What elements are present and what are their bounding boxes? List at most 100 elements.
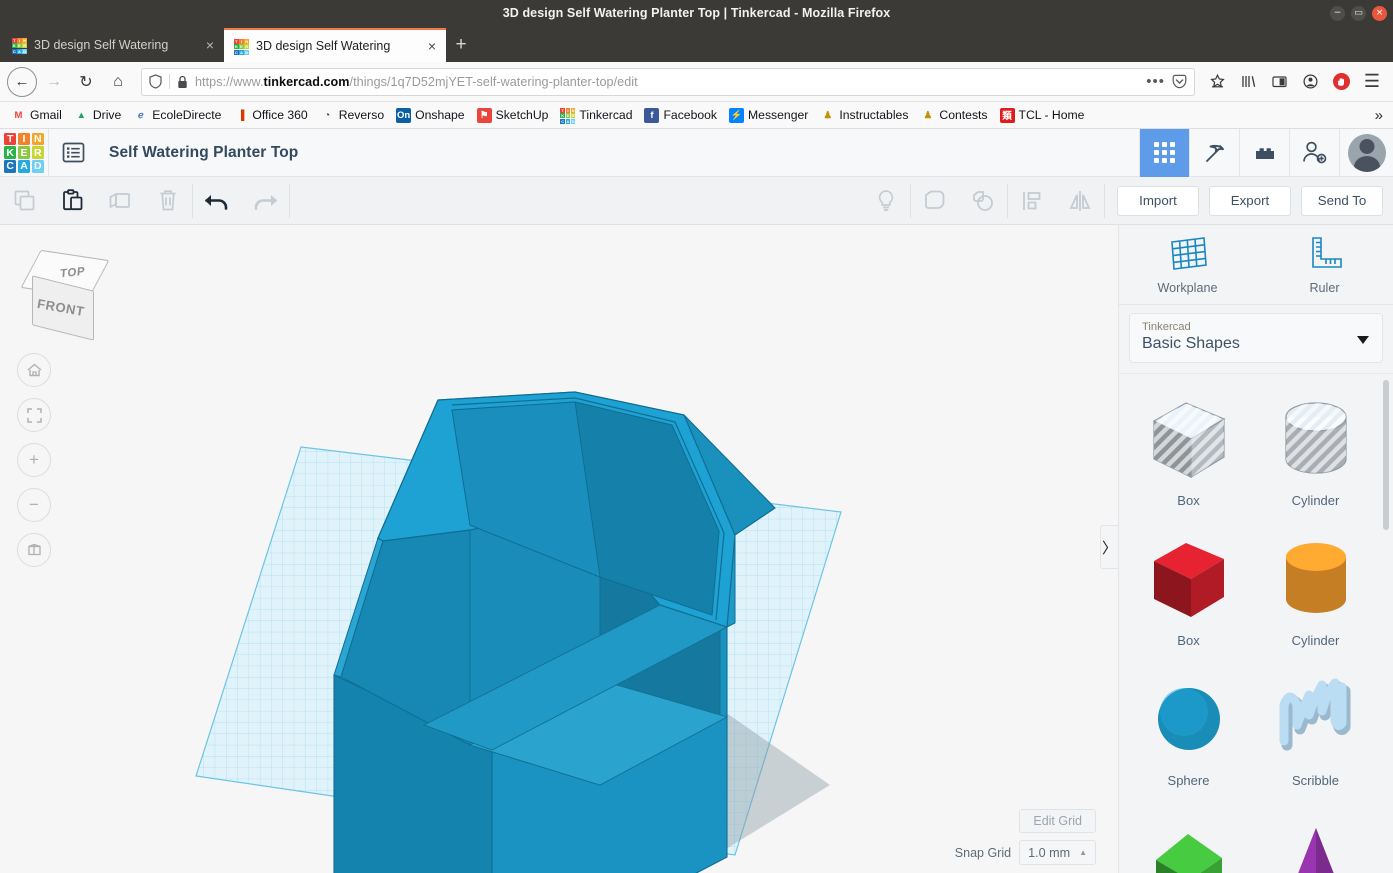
- tab-close-icon[interactable]: ×: [204, 37, 216, 53]
- list-menu-icon[interactable]: [49, 129, 97, 177]
- back-button[interactable]: ←: [7, 66, 37, 97]
- send-to-button[interactable]: Send To: [1301, 185, 1383, 216]
- account-icon[interactable]: [1296, 68, 1324, 96]
- group-shapes-icon[interactable]: [911, 177, 959, 225]
- bookmark-item[interactable]: f Facebook: [639, 106, 722, 125]
- shape-item[interactable]: Sphere: [1125, 660, 1252, 800]
- 3d-scene[interactable]: [0, 225, 1118, 873]
- shape-item[interactable]: [1125, 800, 1252, 873]
- zoom-in-button[interactable]: +: [17, 443, 51, 477]
- bookmark-item[interactable]: On Onshape: [391, 106, 469, 125]
- shape-item[interactable]: Scribble: [1252, 660, 1379, 800]
- lightbulb-icon[interactable]: [862, 177, 910, 225]
- bookmark-item[interactable]: ℯ EcoleDirecte: [128, 106, 226, 125]
- url-text[interactable]: https://www.tinkercad.com/things/1q7D52m…: [195, 75, 1139, 89]
- paste-button[interactable]: [48, 177, 96, 225]
- bookmark-item[interactable]: ♟ Instructables: [815, 106, 913, 125]
- shape-item[interactable]: Box: [1125, 520, 1252, 660]
- dropdown-sublabel: Tinkercad: [1142, 321, 1191, 333]
- shape-grid: Box Cylinder Box Cylinder Sphere Scribbl…: [1119, 374, 1393, 873]
- bookmark-item[interactable]: ♟ Contests: [915, 106, 992, 125]
- bookmark-item[interactable]: ▐ Office 360: [228, 106, 312, 125]
- new-tab-button[interactable]: +: [446, 28, 476, 62]
- bookmark-item[interactable]: T I N K E R C A D Tinkercad: [555, 106, 637, 125]
- bookmark-item[interactable]: ◔ Reverso: [315, 106, 389, 125]
- tracking-protection-icon[interactable]: [149, 74, 162, 89]
- forward-button[interactable]: →: [39, 67, 69, 97]
- shape-label: Box: [1177, 492, 1200, 508]
- sidebar-icon[interactable]: [1265, 68, 1293, 96]
- undo-arrow-icon[interactable]: [193, 177, 241, 225]
- mirror-icon[interactable]: [1056, 177, 1104, 225]
- bookmark-item[interactable]: 類 TCL - Home: [995, 106, 1090, 125]
- logo-letter: I: [17, 37, 22, 43]
- star-icon[interactable]: [1203, 68, 1231, 96]
- 3d-canvas[interactable]: Workplane TOP FRONT + − Edit Grid Snap G…: [0, 225, 1118, 873]
- chevron-down-icon[interactable]: [1357, 336, 1369, 344]
- page-title[interactable]: Self Watering Planter Top: [97, 144, 298, 162]
- align-icon[interactable]: [1008, 177, 1056, 225]
- brick-icon[interactable]: [1239, 128, 1289, 177]
- designs-grid-icon[interactable]: [1139, 128, 1189, 177]
- address-bar[interactable]: https://www.tinkercad.com/things/1q7D52m…: [141, 67, 1195, 96]
- hamburger-menu-icon[interactable]: ☰: [1358, 68, 1386, 96]
- avatar[interactable]: [1339, 128, 1393, 177]
- ungroup-shapes-icon[interactable]: [959, 177, 1007, 225]
- copy-button[interactable]: [0, 177, 48, 225]
- shape-item[interactable]: Cylinder: [1252, 380, 1379, 520]
- export-button[interactable]: Export: [1209, 185, 1291, 216]
- snap-grid-select[interactable]: 1.0 mm ▲: [1019, 840, 1096, 865]
- add-person-icon[interactable]: [1289, 128, 1339, 177]
- logo-letter: D: [22, 48, 27, 54]
- fit-to-view-button[interactable]: [17, 398, 51, 432]
- trash-icon[interactable]: [144, 177, 192, 225]
- browser-tab-1[interactable]: TINKERCAD 3D design Self Watering ×: [2, 28, 224, 62]
- bookmark-label: Facebook: [663, 108, 718, 122]
- shape-item[interactable]: Cylinder: [1252, 520, 1379, 660]
- redo-arrow-icon[interactable]: [241, 177, 289, 225]
- tinkercad-logo[interactable]: TIN KER CAD: [0, 129, 48, 177]
- logo-letter: T: [234, 38, 239, 44]
- logo-letter: N: [22, 37, 27, 43]
- ruler-tool[interactable]: Ruler: [1256, 225, 1393, 304]
- import-button[interactable]: Import: [1117, 185, 1199, 216]
- box-shape-icon: [1146, 393, 1232, 485]
- bookmark-icon: 類: [999, 107, 1015, 123]
- pocket-icon[interactable]: [1172, 74, 1187, 89]
- workplane-tool[interactable]: Workplane: [1119, 225, 1256, 304]
- shape-item[interactable]: Box: [1125, 380, 1252, 520]
- edit-grid-button[interactable]: Edit Grid: [1019, 809, 1096, 833]
- shape-library-dropdown[interactable]: Tinkercad Basic Shapes: [1129, 313, 1383, 363]
- pickaxe-icon[interactable]: [1189, 128, 1239, 177]
- shapes-list[interactable]: Box Cylinder Box Cylinder Sphere Scribbl…: [1119, 373, 1393, 873]
- view-cube[interactable]: TOP FRONT: [20, 245, 110, 341]
- shape-item[interactable]: [1252, 800, 1379, 873]
- bookmark-item[interactable]: ⚑ SketchUp: [472, 106, 554, 125]
- ruler-icon: [1311, 237, 1342, 268]
- adblock-icon[interactable]: [1327, 68, 1355, 96]
- bookmark-item[interactable]: M Gmail: [6, 106, 67, 125]
- shapes-scrollbar[interactable]: [1383, 380, 1389, 530]
- close-button[interactable]: ×: [1372, 5, 1387, 21]
- bookmark-item[interactable]: ▲ Drive: [69, 106, 126, 125]
- shape-label: Scribble: [1292, 772, 1339, 788]
- library-icon[interactable]: [1234, 68, 1262, 96]
- bookmark-item[interactable]: ⚡ Messenger: [724, 106, 813, 125]
- home-view-button[interactable]: [17, 353, 51, 387]
- home-button[interactable]: ⌂: [103, 67, 133, 97]
- browser-tab-2[interactable]: TINKERCAD 3D design Self Watering ×: [224, 28, 446, 62]
- maximize-button[interactable]: ▭: [1351, 5, 1366, 21]
- cylinder-shape-icon: [1273, 533, 1359, 625]
- zoom-out-button[interactable]: −: [17, 488, 51, 522]
- duplicate-button[interactable]: [96, 177, 144, 225]
- tab-close-icon[interactable]: ×: [426, 38, 438, 54]
- logo-letter: D: [31, 160, 44, 173]
- shape-label: Box: [1177, 632, 1200, 648]
- bookmarks-overflow-icon[interactable]: »: [1375, 107, 1387, 124]
- panel-collapse-handle[interactable]: 〉: [1100, 525, 1118, 569]
- minimize-button[interactable]: −: [1330, 5, 1345, 21]
- projection-toggle-button[interactable]: [17, 533, 51, 567]
- page-actions-icon[interactable]: •••: [1146, 73, 1165, 90]
- bookmark-label: Tinkercad: [579, 108, 633, 122]
- reload-button[interactable]: ↻: [71, 67, 101, 97]
